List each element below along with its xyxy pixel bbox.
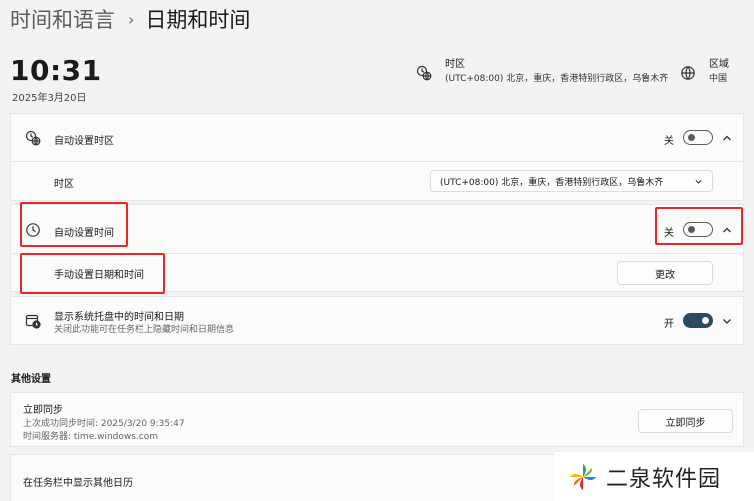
auto-timezone-toggle[interactable] xyxy=(683,130,713,145)
tray-datetime-state: 开 xyxy=(664,319,674,330)
timezone-row: 时区 (UTC+08:00) 北京，重庆，香港特别行政区，乌鲁木齐 xyxy=(10,162,744,201)
timezone-info-title: 时区 xyxy=(445,59,465,70)
tray-datetime-toggle[interactable] xyxy=(683,313,713,328)
time-server: 时间服务器: time.windows.com xyxy=(23,432,159,442)
breadcrumb: 时间和语言 › 日期和时间 xyxy=(10,4,250,34)
auto-timezone-state: 关 xyxy=(664,136,674,147)
region-info: 区域 中国 xyxy=(680,58,729,86)
current-time: 10:31 xyxy=(10,54,102,87)
other-calendar-label: 在任务栏中显示其他日历 xyxy=(23,478,133,489)
globe-icon xyxy=(681,66,695,80)
timezone-info-value: (UTC+08:00) 北京，重庆，香港特别行政区，乌鲁木齐 xyxy=(445,74,669,84)
sync-now-button[interactable]: 立即同步 xyxy=(638,409,733,433)
sync-label: 立即同步 xyxy=(23,405,63,416)
tray-datetime-description: 关闭此功能可在任务栏上隐藏时间和日期信息 xyxy=(54,325,235,335)
clock-globe-icon xyxy=(416,65,432,81)
watermark: 二泉软件园 xyxy=(554,452,754,501)
current-date: 2025年3月20日 xyxy=(12,93,87,104)
chevron-up-icon[interactable] xyxy=(721,132,733,144)
watermark-text: 二泉软件园 xyxy=(606,466,722,492)
breadcrumb-separator: › xyxy=(128,9,135,29)
region-info-value: 中国 xyxy=(709,74,728,84)
timezone-label: 时区 xyxy=(54,179,74,190)
page-title: 日期和时间 xyxy=(145,8,251,32)
pinwheel-logo-icon xyxy=(570,463,596,490)
highlight-box-manual xyxy=(20,253,165,294)
highlight-box-toggle xyxy=(655,207,743,245)
highlight-box-auto-time xyxy=(20,202,128,247)
tray-datetime-label: 显示系统托盘中的时间和日期 xyxy=(54,312,184,323)
calendar-clock-icon xyxy=(25,314,41,329)
sync-row: 立即同步 上次成功同步时间: 2025/3/20 9:35:47 时间服务器: … xyxy=(10,392,744,447)
chevron-down-icon[interactable] xyxy=(721,315,733,327)
change-datetime-button[interactable]: 更改 xyxy=(617,261,713,285)
auto-timezone-label: 自动设置时区 xyxy=(54,136,114,147)
clock-globe-icon xyxy=(25,130,41,146)
breadcrumb-parent-link[interactable]: 时间和语言 xyxy=(10,4,115,34)
chevron-down-icon xyxy=(695,180,702,184)
timezone-info: 时区 (UTC+08:00) 北京，重庆，香港特别行政区，乌鲁木齐 xyxy=(416,58,668,86)
other-settings-heading: 其他设置 xyxy=(11,374,51,385)
timezone-dropdown[interactable]: (UTC+08:00) 北京，重庆，香港特别行政区，乌鲁木齐 xyxy=(430,170,713,192)
auto-timezone-row[interactable]: 自动设置时区 关 xyxy=(10,113,744,162)
timezone-dropdown-value: (UTC+08:00) 北京，重庆，香港特别行政区，乌鲁木齐 xyxy=(440,177,664,188)
tray-datetime-row[interactable]: 显示系统托盘中的时间和日期 关闭此功能可在任务栏上隐藏时间和日期信息 开 xyxy=(10,296,744,345)
last-sync-time: 上次成功同步时间: 2025/3/20 9:35:47 xyxy=(23,419,185,429)
region-info-title: 区域 xyxy=(709,59,729,70)
